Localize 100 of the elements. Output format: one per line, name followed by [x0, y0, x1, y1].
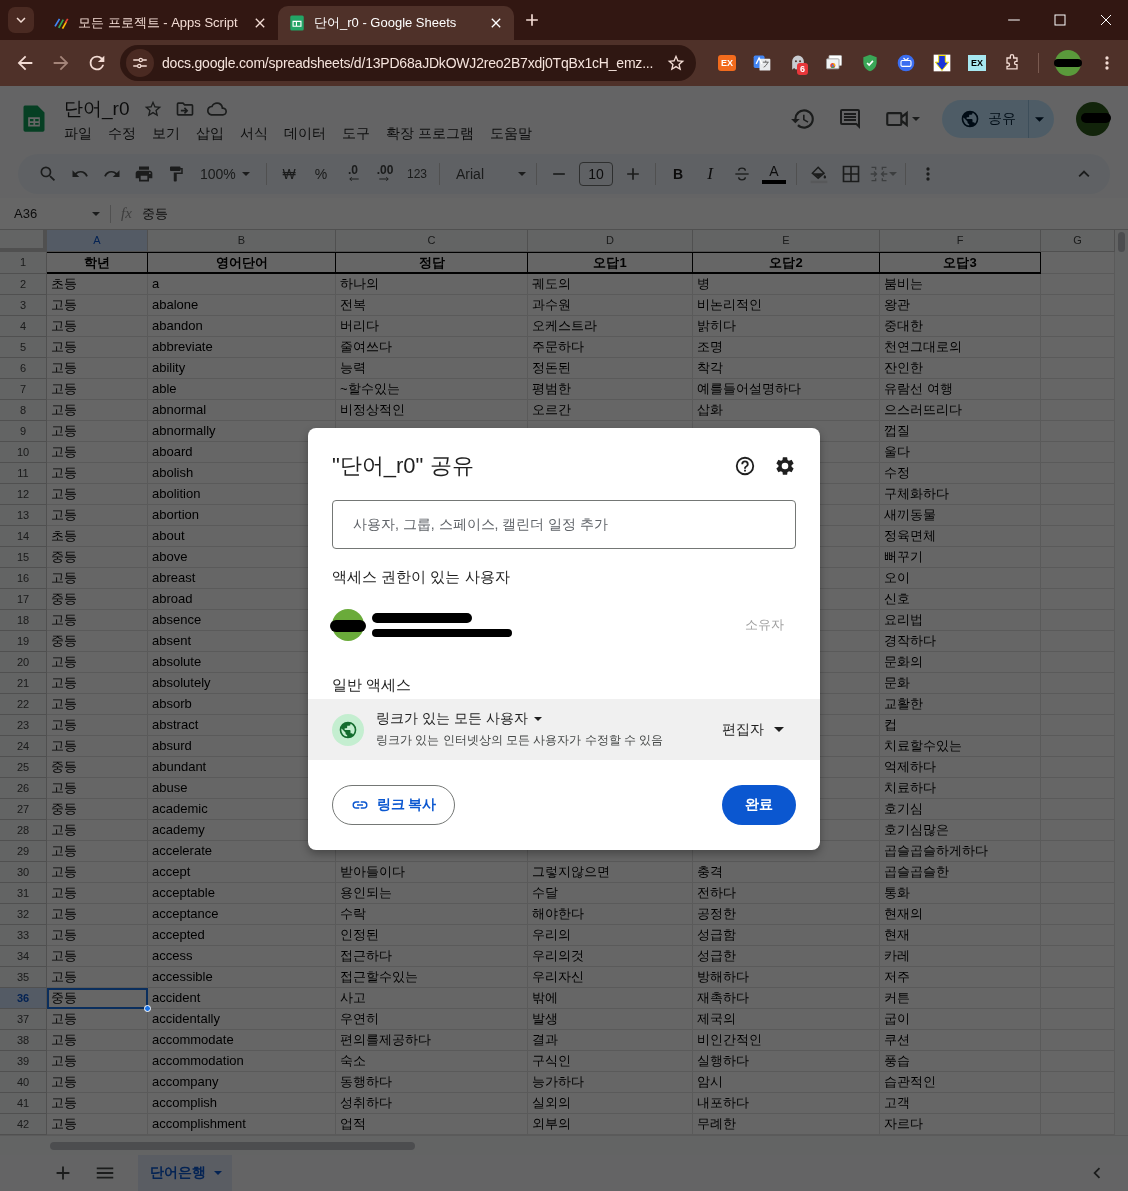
column-title: 학년 — [47, 252, 148, 274]
row-number[interactable]: 31 — [0, 883, 47, 904]
row-number[interactable]: 8 — [0, 400, 47, 421]
row-number[interactable]: 13 — [0, 505, 47, 526]
table-cell: 고등 — [47, 925, 148, 946]
row-number[interactable]: 42 — [0, 1114, 47, 1135]
browser-tab[interactable]: 단어_r0 - Google Sheets — [278, 6, 514, 40]
table-cell: accept — [148, 862, 336, 883]
row-number[interactable]: 24 — [0, 736, 47, 757]
table-cell: 고등 — [47, 316, 148, 337]
font-dropdown[interactable]: Arial — [446, 160, 530, 188]
menu-item[interactable]: 수정 — [106, 124, 143, 143]
column-header[interactable]: F — [880, 230, 1041, 252]
table-cell: 우리의 — [528, 925, 693, 946]
row-number[interactable]: 9 — [0, 421, 47, 442]
table-cell: 수달 — [528, 883, 693, 904]
table-cell: 고등 — [47, 442, 148, 463]
done-button[interactable]: 완료 — [722, 785, 796, 825]
menu-item[interactable]: 데이터 — [282, 124, 333, 143]
row-number[interactable]: 21 — [0, 673, 47, 694]
table-cell: 천연그대로의 — [880, 337, 1041, 358]
table-cell: 밝히다 — [693, 316, 880, 337]
row-number[interactable]: 16 — [0, 568, 47, 589]
access-dropdown[interactable]: 링크가 있는 모든 사용자 — [376, 710, 664, 728]
sheet-tab[interactable]: 단어은행 — [138, 1155, 232, 1191]
row-number[interactable]: 34 — [0, 946, 47, 967]
bold-button[interactable]: B — [662, 160, 694, 188]
row-number[interactable]: 32 — [0, 904, 47, 925]
row-number[interactable]: 37 — [0, 1009, 47, 1030]
copy-link-button[interactable]: 링크 복사 — [332, 785, 455, 825]
menu-item[interactable]: 파일 — [62, 124, 99, 143]
decrease-decimal-button[interactable]: .0 — [337, 160, 369, 188]
row-number[interactable]: 26 — [0, 778, 47, 799]
column-header[interactable]: A — [47, 230, 148, 252]
increase-decimal-button[interactable]: .00 — [369, 160, 401, 188]
currency-format-button[interactable]: ₩ — [273, 160, 305, 188]
menu-item[interactable]: 도움말 — [487, 124, 539, 143]
column-title: 오답3 — [880, 252, 1041, 274]
extension-icon[interactable]: EX — [718, 55, 736, 71]
document-title[interactable]: 단어_r0 — [62, 95, 132, 122]
font-size-field[interactable]: 10 — [579, 162, 613, 186]
formula-input[interactable]: 중등 — [141, 204, 168, 223]
zoom-dropdown[interactable]: 100% — [196, 160, 260, 188]
row-number[interactable]: 23 — [0, 715, 47, 736]
text-color-button[interactable]: A — [758, 160, 790, 188]
row-number[interactable]: 38 — [0, 1030, 47, 1051]
browser-tab[interactable]: 모든 프로젝트 - Apps Script — [42, 6, 278, 40]
row-number[interactable]: 7 — [0, 379, 47, 400]
row-number[interactable]: 35 — [0, 967, 47, 988]
role-dropdown[interactable]: 편집자 — [722, 720, 796, 739]
row-number[interactable]: 27 — [0, 799, 47, 820]
row-number[interactable]: 10 — [0, 442, 47, 463]
row-number[interactable]: 41 — [0, 1093, 47, 1114]
column-header[interactable]: B — [148, 230, 336, 252]
row-number[interactable]: 11 — [0, 463, 47, 484]
table-cell: 고등 — [47, 463, 148, 484]
menu-item[interactable]: 도구 — [340, 124, 377, 143]
extension-icon[interactable]: EX — [968, 55, 986, 71]
table-cell: 곱슬곱슬하게하다 — [880, 841, 1041, 862]
menu-item[interactable]: 삽입 — [194, 124, 231, 143]
row-number[interactable]: 25 — [0, 757, 47, 778]
row-number[interactable]: 22 — [0, 694, 47, 715]
row-number[interactable]: 14 — [0, 526, 47, 547]
row-number[interactable]: 36 — [0, 988, 47, 1009]
row-number[interactable]: 2 — [0, 274, 47, 295]
row-number[interactable]: 3 — [0, 295, 47, 316]
row-number[interactable]: 17 — [0, 589, 47, 610]
table-cell: 신호 — [880, 589, 1041, 610]
column-header[interactable]: E — [693, 230, 880, 252]
address-bar[interactable]: docs.google.com/spreadsheets/d/13PD68aJDkOWJ2reo2B7xdj0TqBx1cH_emz... — [120, 45, 696, 81]
column-header[interactable]: D — [528, 230, 693, 252]
row-number[interactable]: 12 — [0, 484, 47, 505]
row-number[interactable]: 18 — [0, 610, 47, 631]
italic-button[interactable]: I — [694, 160, 726, 188]
table-cell: 실행하다 — [693, 1051, 880, 1072]
row-number[interactable]: 19 — [0, 631, 47, 652]
row-number[interactable]: 15 — [0, 547, 47, 568]
table-cell: 능력 — [336, 358, 528, 379]
column-header[interactable]: C — [336, 230, 528, 252]
menu-item[interactable]: 보기 — [150, 124, 187, 143]
menu-item[interactable]: 서식 — [238, 124, 275, 143]
row-number[interactable]: 30 — [0, 862, 47, 883]
row-number[interactable]: 5 — [0, 337, 47, 358]
row-number[interactable]: 39 — [0, 1051, 47, 1072]
name-box[interactable]: A36 — [14, 206, 100, 221]
row-number[interactable]: 20 — [0, 652, 47, 673]
table-cell: 껍질 — [880, 421, 1041, 442]
row-number[interactable]: 6 — [0, 358, 47, 379]
menu-item[interactable]: 확장 프로그램 — [384, 124, 481, 143]
row-number[interactable]: 29 — [0, 841, 47, 862]
column-header[interactable]: G — [1041, 230, 1115, 252]
row-number[interactable]: 40 — [0, 1072, 47, 1093]
row-number[interactable]: 4 — [0, 316, 47, 337]
number-format-button[interactable]: 123 — [401, 160, 433, 188]
percent-format-button[interactable]: % — [305, 160, 337, 188]
add-people-field[interactable]: 사용자, 그룹, 스페이스, 캘린더 일정 추가 — [332, 500, 796, 549]
table-cell: 중등 — [47, 799, 148, 820]
row-number[interactable]: 33 — [0, 925, 47, 946]
row-number[interactable]: 28 — [0, 820, 47, 841]
table-cell: 수정 — [880, 463, 1041, 484]
